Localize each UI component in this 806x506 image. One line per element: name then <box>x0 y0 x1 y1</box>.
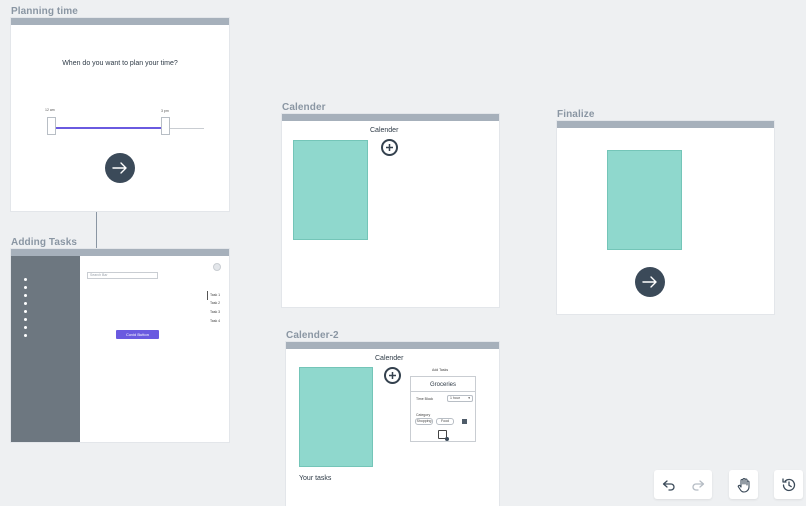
task-item[interactable]: Task 1 <box>210 293 220 297</box>
frame-title-finalize[interactable]: Finalize <box>557 109 594 120</box>
add-category-button[interactable] <box>462 419 467 424</box>
version-history-group <box>774 470 803 499</box>
calender-heading: Calender <box>370 127 399 134</box>
card-divider <box>411 391 475 392</box>
history-icon <box>781 477 795 491</box>
hand-tool-group <box>729 470 758 499</box>
category-chip[interactable]: Shopping <box>415 418 433 425</box>
task-name: Groceries <box>429 382 456 388</box>
task-item[interactable]: Task 2 <box>210 301 220 305</box>
chevron-down-icon: ▾ <box>468 396 470 400</box>
sidebar-dot[interactable] <box>24 278 27 281</box>
plus-icon <box>389 372 396 379</box>
time-block-label: Time Block <box>416 397 434 401</box>
calendar-icon[interactable] <box>438 430 449 441</box>
add-tasks-label: Add Tasks <box>432 368 449 372</box>
calendar-block[interactable] <box>607 150 682 250</box>
undo-button[interactable] <box>654 470 683 499</box>
calendar-block[interactable] <box>299 367 373 467</box>
avatar[interactable] <box>213 263 221 271</box>
history-toolbar <box>654 470 712 499</box>
sidebar-dot[interactable] <box>24 294 27 297</box>
hand-icon <box>737 477 750 493</box>
sidebar-dot[interactable] <box>24 302 27 305</box>
range-start-handle[interactable] <box>47 117 56 135</box>
time-range-fill <box>55 127 165 129</box>
task-item[interactable]: Task 4 <box>210 319 220 323</box>
search-input[interactable]: Search Bar <box>87 272 158 279</box>
covid-button[interactable]: Covid Button <box>116 330 159 339</box>
task-list-indicator <box>207 291 208 300</box>
version-history-button[interactable] <box>774 470 803 499</box>
start-time-label: 12 am <box>45 108 55 112</box>
artboard-header-bar <box>11 18 229 25</box>
add-event-button[interactable] <box>381 139 398 156</box>
arrow-right-icon <box>112 162 127 174</box>
time-block-select[interactable]: 1 hour ▾ <box>447 395 473 402</box>
end-time-label: 3 pm <box>161 109 169 113</box>
frame-title-calender-2[interactable]: Calender-2 <box>286 330 339 341</box>
undo-icon <box>662 479 675 491</box>
add-event-button[interactable] <box>384 367 401 384</box>
planning-question: When do you want to plan your time? <box>62 60 178 67</box>
frame-title-adding-tasks[interactable]: Adding Tasks <box>11 237 77 248</box>
sidebar <box>11 256 80 442</box>
task-item[interactable]: Task 3 <box>210 310 220 314</box>
sidebar-dot[interactable] <box>24 318 27 321</box>
artboard-calender-2[interactable]: Calender Add Tasks Groceries Time Block … <box>286 342 499 506</box>
sidebar-dot[interactable] <box>24 334 27 337</box>
add-task-card: Groceries Time Block 1 hour ▾ Category S… <box>410 376 476 442</box>
frame-title-planning[interactable]: Planning time <box>11 6 78 17</box>
hand-tool-button[interactable] <box>729 470 758 499</box>
calendar-block[interactable] <box>293 140 368 240</box>
range-end-handle[interactable] <box>161 117 170 135</box>
calender-heading: Calender <box>375 355 404 362</box>
redo-icon <box>691 479 704 491</box>
artboard-finalize[interactable] <box>557 121 774 314</box>
arrow-right-icon <box>642 276 657 288</box>
category-label: Category <box>416 413 431 417</box>
artboard-header-bar <box>282 114 499 121</box>
sidebar-dot[interactable] <box>24 310 27 313</box>
artboard-planning-time[interactable]: When do you want to plan your time? 12 a… <box>11 18 229 211</box>
time-block-value: 1 hour <box>450 396 460 400</box>
frame-title-calender[interactable]: Calender <box>282 102 326 113</box>
plus-icon <box>386 144 393 151</box>
your-tasks-label: Your tasks <box>299 475 332 482</box>
add-badge-icon <box>445 437 449 441</box>
artboard-calender[interactable]: Calender <box>282 114 499 307</box>
category-chip[interactable]: Food <box>436 418 454 425</box>
finalize-arrow-button[interactable] <box>635 267 665 297</box>
artboard-header-bar <box>557 121 774 128</box>
artboard-header-bar <box>11 249 229 256</box>
flow-connector <box>96 212 97 254</box>
artboard-adding-tasks[interactable]: Search Bar Task 1 Task 2 Task 3 Task 4 C… <box>11 249 229 442</box>
next-arrow-button[interactable] <box>105 153 135 183</box>
sidebar-dot[interactable] <box>24 286 27 289</box>
artboard-header-bar <box>286 342 499 349</box>
redo-button[interactable] <box>683 470 712 499</box>
sidebar-dot[interactable] <box>24 326 27 329</box>
